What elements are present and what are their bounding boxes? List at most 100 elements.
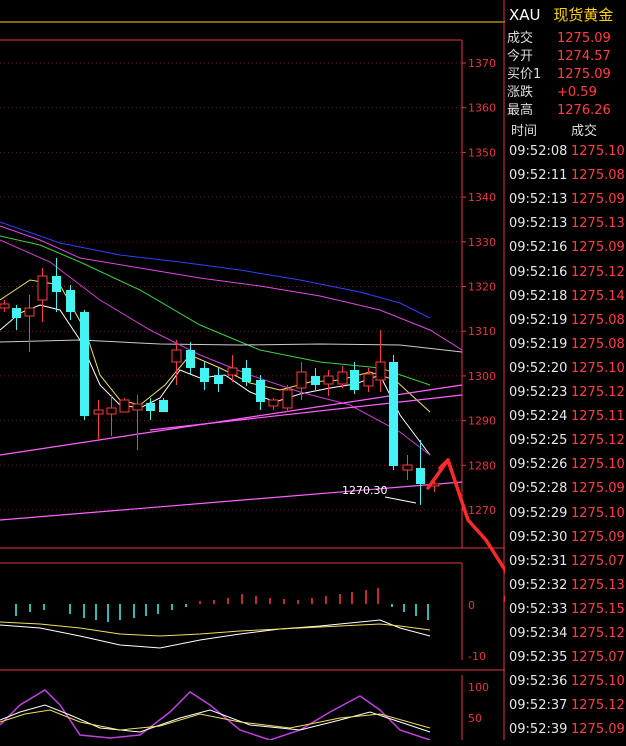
trade-time: 09:52:24 bbox=[509, 409, 568, 425]
trend-lower bbox=[0, 481, 463, 521]
trade-row[interactable]: 09:52:28 1275.09 bbox=[509, 481, 625, 505]
trend-middle bbox=[149, 394, 463, 431]
trade-row[interactable]: 09:52:25 1275.12 bbox=[509, 433, 625, 457]
trade-row[interactable]: 09:52:33 1275.15 bbox=[509, 602, 625, 626]
candle-body bbox=[171, 349, 182, 363]
trade-time: 09:52:13 bbox=[509, 192, 568, 208]
candle-body bbox=[416, 468, 425, 484]
candle-body bbox=[52, 276, 61, 292]
trade-price: 1275.09 bbox=[571, 192, 625, 208]
candle-body bbox=[311, 376, 320, 385]
kdj-axis-50: 50 bbox=[468, 712, 482, 725]
trade-row[interactable]: 09:52:32 1275.13 bbox=[509, 578, 625, 602]
trade-time: 09:52:29 bbox=[509, 505, 568, 521]
macd-panel bbox=[15, 588, 429, 622]
price-axis-label: 1270 bbox=[468, 504, 496, 517]
candle-body bbox=[132, 403, 143, 411]
trade-price: 1275.09 bbox=[571, 240, 625, 256]
trade-row[interactable]: 09:52:26 1275.10 bbox=[509, 457, 625, 481]
candle-body bbox=[93, 409, 104, 415]
kline-chart[interactable]: 1370 1360 1350 1340 1330 1320 1310 1300 1290 1280… bbox=[0, 0, 505, 740]
ma-gray-line bbox=[0, 339, 463, 353]
trade-row[interactable]: 09:52:18 1275.14 bbox=[509, 289, 625, 313]
trade-row[interactable]: 09:52:36 1275.10 bbox=[509, 674, 625, 698]
symbol-name: 现货黄金 bbox=[553, 6, 614, 24]
trade-row[interactable]: 09:52:16 1275.09 bbox=[509, 240, 625, 264]
low-marker-line bbox=[384, 496, 417, 504]
candle-body bbox=[350, 370, 359, 390]
ma-yellow-line bbox=[0, 279, 431, 413]
trade-row[interactable]: 09:52:34 1275.12 bbox=[509, 626, 625, 650]
trade-time: 09:52:26 bbox=[509, 457, 568, 473]
trade-row[interactable]: 09:52:24 1275.11 bbox=[509, 409, 625, 433]
trade-row[interactable]: 09:52:37 1275.12 bbox=[509, 698, 625, 722]
candle-body bbox=[402, 464, 413, 471]
quote-sidebar: XAU 现货黄金 成交 1275.09 今开 1274.57 买价1 1275.09 … bbox=[505, 0, 626, 740]
trade-price: 1275.09 bbox=[571, 481, 625, 497]
trade-price: 1275.12 bbox=[571, 433, 625, 449]
ma-blue-line bbox=[0, 221, 431, 319]
quote-row-last: 成交 1275.09 bbox=[507, 31, 611, 46]
trade-time: 09:52:20 bbox=[509, 360, 568, 376]
candle-body bbox=[200, 368, 209, 382]
trade-time: 09:52:35 bbox=[509, 650, 568, 666]
trade-row[interactable]: 09:52:13 1275.13 bbox=[509, 216, 625, 240]
trade-price: 1275.10 bbox=[571, 674, 625, 690]
trade-row[interactable]: 09:52:08 1275.10 bbox=[509, 144, 625, 168]
trade-time: 09:52:39 bbox=[509, 722, 568, 738]
trade-row[interactable]: 09:52:39 1275.09 bbox=[509, 722, 625, 746]
price-axis-label: 1330 bbox=[468, 236, 496, 249]
candle-body bbox=[296, 371, 307, 389]
trade-row[interactable]: 09:52:11 1275.08 bbox=[509, 168, 625, 192]
candle-body bbox=[227, 367, 238, 376]
trade-price: 1275.07 bbox=[571, 650, 625, 666]
trade-row[interactable]: 09:52:23 1275.12 bbox=[509, 385, 625, 409]
candle-body bbox=[363, 373, 374, 387]
trade-price: 1275.14 bbox=[571, 288, 625, 304]
trade-price: 1275.13 bbox=[571, 216, 625, 232]
trade-time: 09:52:11 bbox=[509, 168, 568, 184]
candle-body bbox=[106, 407, 117, 415]
trade-row[interactable]: 09:52:20 1275.10 bbox=[509, 361, 625, 385]
price-axis-label: 1290 bbox=[468, 415, 496, 428]
price-axis-label: 1280 bbox=[468, 459, 496, 472]
trade-row[interactable]: 09:52:19 1275.08 bbox=[509, 337, 625, 361]
price-axis-label: 1320 bbox=[468, 281, 496, 294]
candle-body bbox=[24, 307, 35, 317]
trade-price: 1275.13 bbox=[571, 577, 625, 593]
trade-row[interactable]: 09:52:29 1275.10 bbox=[509, 506, 625, 530]
price-axis: 1370 1360 1350 1340 1330 1320 1310 1300 1290 1280… bbox=[462, 57, 496, 517]
trade-price: 1275.08 bbox=[571, 168, 625, 184]
trade-price: 1275.12 bbox=[571, 264, 625, 280]
candle-body bbox=[146, 403, 155, 411]
trade-price: 1275.08 bbox=[571, 336, 625, 352]
trade-row[interactable]: 09:52:16 1275.12 bbox=[509, 265, 625, 289]
trade-row[interactable]: 09:52:35 1275.07 bbox=[509, 650, 625, 674]
price-axis-label: 1350 bbox=[468, 146, 496, 159]
trade-price: 1275.15 bbox=[571, 601, 625, 617]
macd-dif-line bbox=[0, 619, 431, 649]
macd-axis-minus10: -10 bbox=[468, 650, 486, 663]
trade-price: 1275.12 bbox=[571, 698, 625, 714]
trade-time: 09:52:31 bbox=[509, 553, 568, 569]
trade-time: 09:52:19 bbox=[509, 312, 568, 328]
trade-price: 1275.07 bbox=[571, 553, 625, 569]
trade-price: 1275.09 bbox=[571, 529, 625, 545]
trade-time: 09:52:33 bbox=[509, 601, 568, 617]
candle-body bbox=[256, 380, 265, 402]
price-axis-label: 1300 bbox=[468, 370, 496, 383]
trade-row[interactable]: 09:52:13 1275.09 bbox=[509, 192, 625, 216]
symbol-header: XAU 现货黄金 bbox=[509, 4, 613, 25]
trade-time: 09:52:25 bbox=[509, 433, 568, 449]
trade-row[interactable]: 09:52:19 1275.08 bbox=[509, 313, 625, 337]
trade-price: 1275.10 bbox=[571, 505, 625, 521]
candle-body bbox=[268, 399, 279, 407]
candle-body bbox=[323, 375, 334, 385]
trade-time: 09:52:34 bbox=[509, 626, 568, 641]
candle-body bbox=[66, 290, 75, 312]
trade-time: 09:52:13 bbox=[509, 216, 568, 232]
trade-row[interactable]: 09:52:31 1275.07 bbox=[509, 554, 625, 578]
trade-row[interactable]: 09:52:30 1275.09 bbox=[509, 530, 625, 554]
trade-price: 1275.09 bbox=[571, 722, 625, 738]
price-axis-label: 1340 bbox=[468, 191, 496, 204]
